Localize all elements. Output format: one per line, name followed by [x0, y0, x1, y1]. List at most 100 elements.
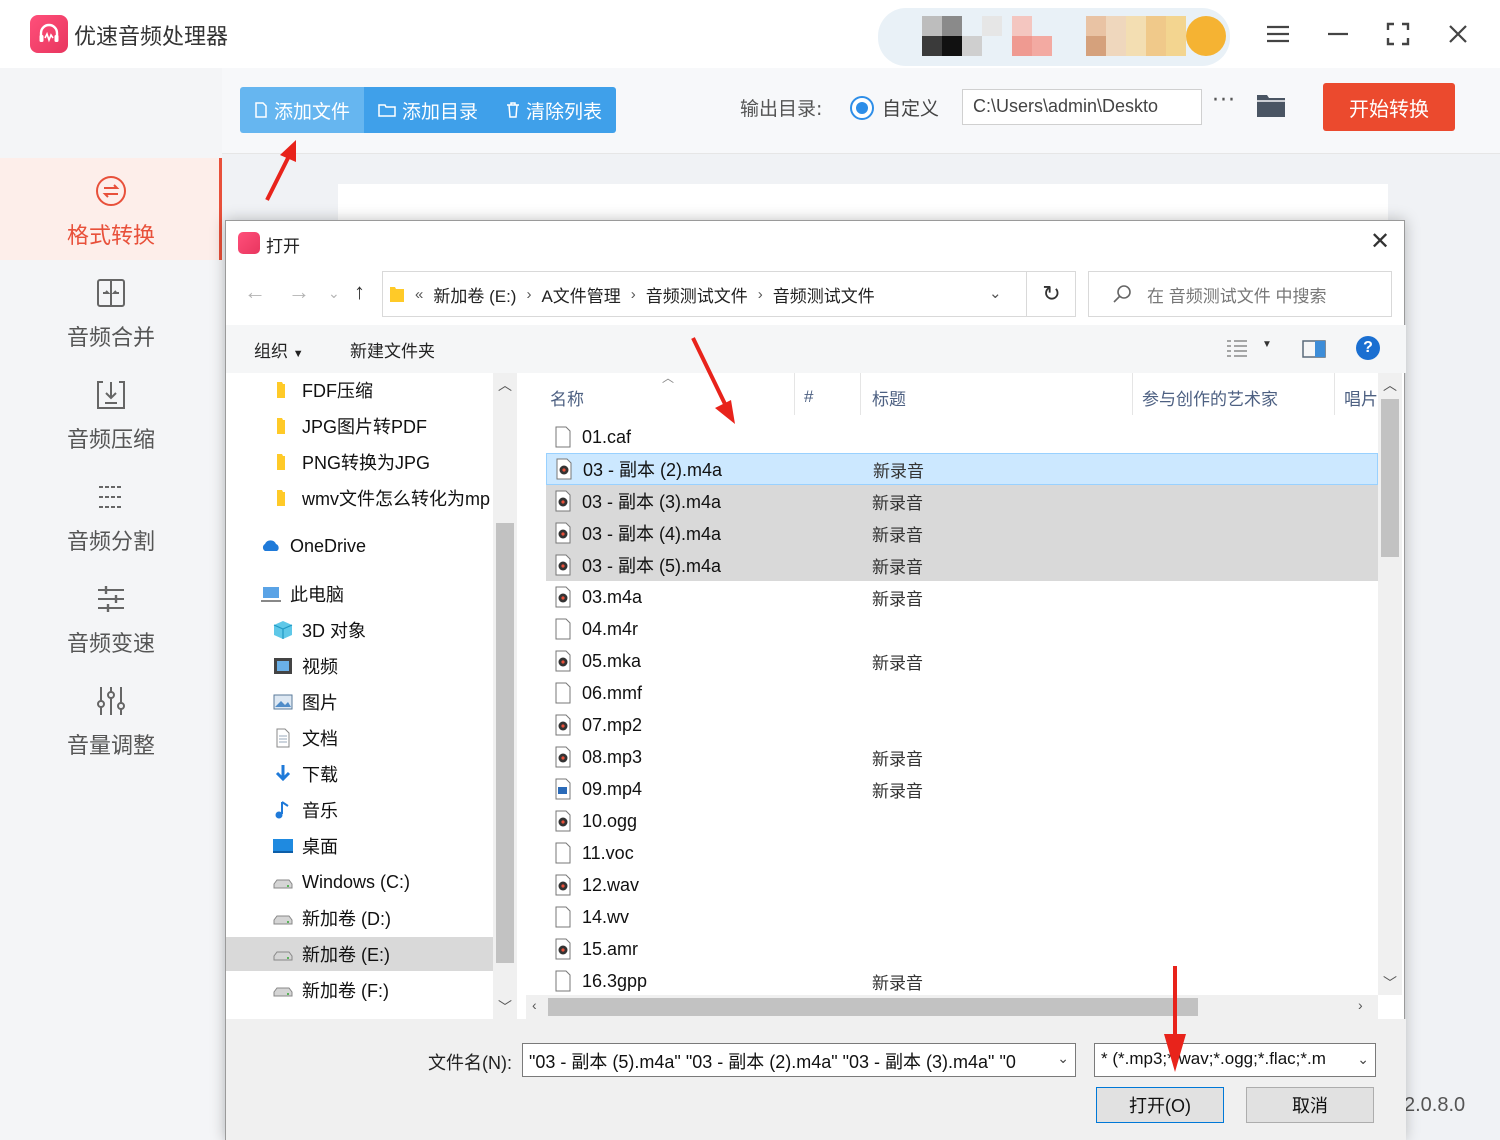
help-icon[interactable]: ? [1356, 336, 1380, 360]
column-header-album[interactable]: 唱片 [1344, 377, 1378, 417]
chevron-right-icon[interactable]: › [758, 286, 763, 303]
dialog-close-icon[interactable]: ✕ [1366, 229, 1394, 257]
close-icon[interactable] [1440, 16, 1476, 52]
horizontal-scroll-thumb[interactable] [548, 998, 1198, 1016]
file-row[interactable]: 03 - 副本 (4).m4a 新录音 [546, 517, 1378, 549]
tree-item[interactable]: wmv文件怎么转化为mp [226, 481, 493, 515]
tree-item[interactable]: 视频 [226, 649, 493, 683]
breadcrumb-item[interactable]: A文件管理 [541, 282, 620, 307]
file-list-scrollbar[interactable]: ︿ ﹀ [1378, 373, 1402, 995]
cancel-button[interactable]: 取消 [1246, 1087, 1374, 1123]
view-dropdown-icon[interactable]: ▼ [1262, 339, 1272, 350]
filename-input[interactable]: "03 - 副本 (5).m4a" "03 - 副本 (2).m4a" "03 … [522, 1043, 1076, 1077]
new-folder-button[interactable]: 新建文件夹 [350, 337, 435, 362]
file-row[interactable]: 15.amr [546, 933, 1378, 965]
file-row[interactable]: 07.mp2 [546, 709, 1378, 741]
refresh-icon[interactable]: ↻ [1026, 271, 1076, 317]
file-row[interactable]: 03 - 副本 (2).m4a 新录音 [546, 453, 1378, 485]
breadcrumb-item[interactable]: 新加卷 (E:) [433, 282, 516, 307]
chevron-down-icon[interactable]: ⌄ [1353, 1051, 1369, 1068]
sidebar-item-format-convert[interactable]: 格式转换 [0, 158, 222, 260]
file-row[interactable]: 01.caf [546, 421, 1378, 453]
sidebar-item-audio-split[interactable]: 音频分割 [0, 464, 222, 566]
scroll-up-icon[interactable]: ︿ [1383, 375, 1397, 395]
more-options-button[interactable]: ··· [1212, 88, 1236, 113]
forward-arrow-icon[interactable]: → [288, 279, 310, 305]
chevron-down-icon[interactable]: ⌄ [1053, 1050, 1069, 1067]
tree-scroll-thumb[interactable] [496, 523, 514, 963]
preview-pane-icon[interactable] [1302, 339, 1326, 359]
tree-item[interactable]: 下载 [226, 757, 493, 791]
file-row[interactable]: 14.wv [546, 901, 1378, 933]
start-convert-button[interactable]: 开始转换 [1323, 83, 1455, 131]
custom-output-radio[interactable] [850, 96, 874, 120]
file-row[interactable]: 04.m4r [546, 613, 1378, 645]
add-file-button[interactable]: 添加文件 [240, 87, 365, 133]
custom-output-label[interactable]: 自定义 [882, 94, 939, 121]
tree-item[interactable]: JPG图片转PDF [226, 409, 493, 443]
output-path-input[interactable]: C:\Users\admin\Deskto [962, 89, 1202, 125]
chevron-right-icon[interactable]: › [526, 286, 531, 303]
menu-icon[interactable] [1260, 16, 1296, 52]
open-folder-icon[interactable] [1256, 92, 1286, 118]
tree-item[interactable]: Windows (C:) [226, 865, 493, 899]
tree-item[interactable]: FDF压缩 [226, 373, 493, 407]
search-input[interactable]: 在 音频测试文件 中搜索 [1088, 271, 1392, 317]
scroll-right-icon[interactable]: › [1358, 997, 1363, 1013]
up-arrow-icon[interactable]: ↑ [354, 279, 365, 305]
view-options-icon[interactable] [1226, 339, 1248, 359]
column-header-name[interactable]: 名称 [550, 377, 584, 417]
address-bar[interactable]: « 新加卷 (E:) › A文件管理 › 音频测试文件 › 音频测试文件 ⌄ [382, 271, 1076, 317]
tree-item[interactable]: 新加卷 (F:) [226, 973, 493, 1007]
tree-item[interactable]: 桌面 [226, 829, 493, 863]
recent-locations-icon[interactable]: ⌄ [328, 285, 340, 302]
file-row[interactable]: 10.ogg [546, 805, 1378, 837]
scroll-left-icon[interactable]: ‹ [532, 997, 537, 1013]
scroll-down-icon[interactable]: ﹀ [498, 997, 512, 1017]
file-row[interactable]: 16.3gpp 新录音 [546, 965, 1378, 993]
column-header-title[interactable]: 标题 [872, 377, 906, 417]
file-row[interactable]: 06.mmf [546, 677, 1378, 709]
sidebar-item-audio-compress[interactable]: 音频压缩 [0, 362, 222, 464]
back-arrow-icon[interactable]: ← [244, 279, 266, 305]
horizontal-scrollbar[interactable]: ‹ › [526, 995, 1378, 1019]
breadcrumb-overflow[interactable]: « [415, 286, 423, 303]
add-folder-button[interactable]: 添加目录 [364, 87, 493, 133]
tree-item[interactable]: 3D 对象 [226, 613, 493, 647]
column-header-number[interactable]: # [804, 377, 813, 417]
file-row[interactable]: 09.mp4 新录音 [546, 773, 1378, 805]
file-row[interactable]: 08.mp3 新录音 [546, 741, 1378, 773]
file-row[interactable]: 03 - 副本 (3).m4a 新录音 [546, 485, 1378, 517]
tree-item[interactable]: 文档 [226, 721, 493, 755]
tree-item[interactable]: 新加卷 (D:) [226, 901, 493, 935]
scroll-down-icon[interactable]: ﹀ [1383, 973, 1397, 993]
tree-item[interactable]: 新加卷 (E:) [226, 937, 493, 971]
tree-item[interactable]: 此电脑 [226, 577, 493, 611]
chevron-right-icon[interactable]: › [631, 286, 636, 303]
filetype-select[interactable]: * (*.mp3;*.wav;*.ogg;*.flac;*.m ⌄ [1094, 1043, 1376, 1077]
breadcrumb-item[interactable]: 音频测试文件 [646, 282, 748, 307]
organize-menu[interactable]: 组织 ▼ [254, 337, 304, 362]
file-row[interactable]: 11.voc [546, 837, 1378, 869]
file-row[interactable]: 12.wav [546, 869, 1378, 901]
breadcrumb-item[interactable]: 音频测试文件 [773, 282, 875, 307]
tree-item[interactable]: 图片 [226, 685, 493, 719]
minimize-icon[interactable] [1320, 16, 1356, 52]
file-row[interactable]: 03 - 副本 (5).m4a 新录音 [546, 549, 1378, 581]
tree-scrollbar[interactable]: ︿ ﹀ [493, 373, 517, 1019]
tree-item[interactable]: PNG转换为JPG [226, 445, 493, 479]
sidebar-item-audio-merge[interactable]: 音频合并 [0, 260, 222, 362]
file-row[interactable]: 05.mka 新录音 [546, 645, 1378, 677]
open-button[interactable]: 打开(O) [1096, 1087, 1224, 1123]
file-scroll-thumb[interactable] [1381, 399, 1399, 557]
fullscreen-icon[interactable] [1380, 16, 1416, 52]
tree-item[interactable]: OneDrive [226, 529, 493, 563]
scroll-up-icon[interactable]: ︿ [498, 375, 512, 395]
tree-item[interactable]: 音乐 [226, 793, 493, 827]
sidebar-item-audio-speed[interactable]: 音频变速 [0, 566, 222, 668]
column-header-artist[interactable]: 参与创作的艺术家 [1142, 377, 1278, 417]
chevron-down-icon[interactable]: ⌄ [989, 284, 1002, 302]
clear-list-button[interactable]: 清除列表 [492, 87, 617, 133]
sidebar-item-volume-adjust[interactable]: 音量调整 [0, 668, 222, 770]
file-row[interactable]: 03.m4a 新录音 [546, 581, 1378, 613]
